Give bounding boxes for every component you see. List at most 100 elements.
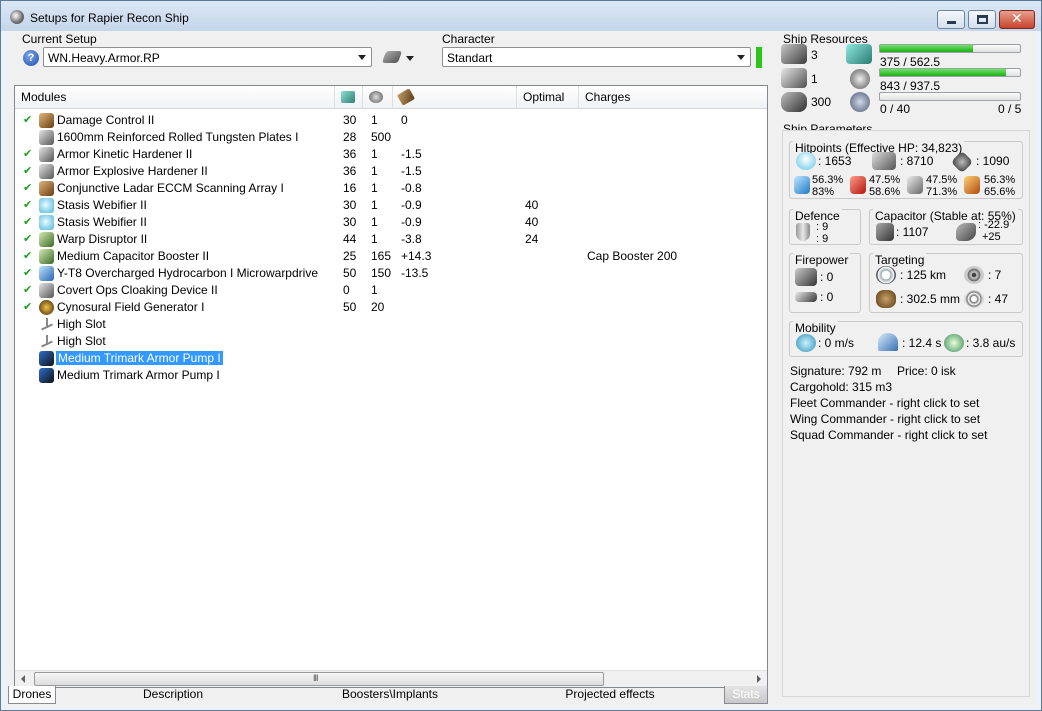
module-active-check-icon[interactable]: ✔ xyxy=(23,164,32,177)
module-optimal: 40 xyxy=(525,198,539,212)
stasis-webifier-icon xyxy=(39,215,54,230)
module-name: Warp Disruptor II xyxy=(57,232,148,246)
ship-parameters-panel: Hitpoints (Effective HP: 34,823) : 1653 … xyxy=(782,130,1030,697)
explosive-armor-resist: 65.6% xyxy=(984,186,1016,198)
module-active-check-icon[interactable]: ✔ xyxy=(23,249,32,262)
module-name: Armor Explosive Hardener II xyxy=(57,164,208,178)
signature-radius: Signature: 792 m xyxy=(790,364,882,378)
module-active-check-icon[interactable]: ✔ xyxy=(23,232,32,245)
module-cpu: 30 xyxy=(343,113,357,127)
module-active-check-icon[interactable]: ✔ xyxy=(23,300,32,313)
armor-hardener-icon xyxy=(39,164,54,179)
firepower-turret: : 0 xyxy=(820,270,834,284)
module-row[interactable]: ✔ Conjunctive Ladar ECCM Scanning Array I… xyxy=(15,180,767,197)
module-active-check-icon[interactable]: ✔ xyxy=(23,266,32,279)
module-cpu: 30 xyxy=(343,215,357,229)
powergrid-bar xyxy=(879,68,1021,77)
ship-menu-button[interactable] xyxy=(381,48,418,68)
title-bar[interactable]: Setups for Rapier Recon Ship ✕ xyxy=(1,1,1041,31)
module-row[interactable]: ✔ Stasis Webifier II 30 1 -0.9 40 xyxy=(15,197,767,214)
align-time: : 12.4 s xyxy=(902,336,942,350)
help-icon[interactable]: ? xyxy=(23,50,39,66)
tab-drones[interactable]: Drones xyxy=(8,686,56,704)
character-select[interactable]: Standart xyxy=(442,47,751,67)
kinetic-armor-resist: 71.3% xyxy=(926,186,958,198)
module-pg: 1 xyxy=(371,181,378,195)
column-modules[interactable]: Modules xyxy=(15,86,335,109)
launcher-hardpoints-value: 1 xyxy=(811,72,818,86)
module-name: 1600mm Reinforced Rolled Tungsten Plates… xyxy=(57,130,299,144)
scan-resolution: : 302.5 mm xyxy=(900,292,961,306)
module-row[interactable]: Medium Trimark Armor Pump I xyxy=(15,367,767,384)
powergrid-icon xyxy=(850,69,870,89)
tab-boosters-implants[interactable]: Boosters\Implants xyxy=(340,686,440,704)
target-range-icon xyxy=(876,266,896,284)
module-optimal: 24 xyxy=(525,232,539,246)
minimize-button[interactable] xyxy=(937,10,965,29)
module-row[interactable]: ✔ Covert Ops Cloaking Device II 0 1 xyxy=(15,282,767,299)
character-status-indicator xyxy=(756,47,762,68)
scroll-left-icon[interactable] xyxy=(21,675,25,683)
cpu-value: 375 / 562.5 xyxy=(880,55,941,69)
character-select-value: Standart xyxy=(447,51,493,65)
capacitor-recharge-icon xyxy=(956,223,976,241)
column-optimal[interactable]: Optimal xyxy=(517,86,579,109)
module-row[interactable]: ✔ Cynosural Field Generator I 50 20 xyxy=(15,299,767,316)
horizontal-scrollbar[interactable]: III xyxy=(15,670,767,687)
module-pg: 150 xyxy=(371,266,392,280)
module-row[interactable]: ✔ Armor Explosive Hardener II 36 1 -1.5 xyxy=(15,163,767,180)
module-cpu: 0 xyxy=(343,283,350,297)
module-active-check-icon[interactable]: ✔ xyxy=(23,181,32,194)
close-button[interactable]: ✕ xyxy=(999,10,1035,29)
maximize-button[interactable] xyxy=(968,10,996,29)
chevron-down-icon xyxy=(406,56,414,61)
module-active-check-icon[interactable]: ✔ xyxy=(23,198,32,211)
scroll-right-icon[interactable] xyxy=(757,675,761,683)
module-row[interactable]: ✔ Stasis Webifier II 30 1 -0.9 40 xyxy=(15,214,767,231)
module-row[interactable]: ✔ Warp Disruptor II 44 1 -3.8 24 xyxy=(15,231,767,248)
module-row[interactable]: ✔ Medium Capacitor Booster II 25 165 +14.3 Ca… xyxy=(15,248,767,265)
tab-projected-effects[interactable]: Projected effects xyxy=(564,686,656,704)
module-pg: 1 xyxy=(371,113,378,127)
module-pg: 1 xyxy=(371,232,378,246)
tab-description[interactable]: Description xyxy=(138,686,208,704)
module-row[interactable]: ✔ Damage Control II 30 1 0 xyxy=(15,112,767,129)
module-row[interactable]: Medium Trimark Armor Pump I xyxy=(15,350,767,367)
column-charges[interactable]: Charges xyxy=(579,86,761,109)
module-row[interactable]: ✔ Y-T8 Overcharged Hydrocarbon I Microwar… xyxy=(15,265,767,282)
cargohold: Cargohold: 315 m3 xyxy=(790,380,893,394)
column-cpu[interactable] xyxy=(335,86,363,109)
bottom-tabs: Drones Description Boosters\Implants Pro… xyxy=(8,686,772,704)
setup-select[interactable]: WN.Heavy.Armor.RP xyxy=(43,47,372,67)
calibration-value: 300 xyxy=(811,95,832,109)
column-capacitor[interactable] xyxy=(393,86,517,109)
wing-commander[interactable]: Wing Commander - right click to set xyxy=(790,412,980,426)
scrollbar-thumb[interactable]: III xyxy=(34,672,604,686)
module-name: Armor Kinetic Hardener II xyxy=(57,147,193,161)
window-title: Setups for Rapier Recon Ship xyxy=(30,11,189,25)
module-cap: -13.5 xyxy=(401,266,429,280)
module-row[interactable]: 1600mm Reinforced Rolled Tungsten Plates… xyxy=(15,129,767,146)
max-targets-icon xyxy=(964,266,984,284)
module-active-check-icon[interactable]: ✔ xyxy=(23,215,32,228)
module-name: Medium Trimark Armor Pump I xyxy=(57,368,220,382)
defence-icon xyxy=(796,223,810,241)
column-powergrid[interactable] xyxy=(363,86,393,109)
module-row[interactable]: ✔ Armor Kinetic Hardener II 36 1 -1.5 xyxy=(15,146,767,163)
module-cpu: 50 xyxy=(343,300,357,314)
launcher-hardpoints-icon xyxy=(781,68,807,88)
fleet-commander[interactable]: Fleet Commander - right click to set xyxy=(790,396,979,410)
module-active-check-icon[interactable]: ✔ xyxy=(23,283,32,296)
module-pg: 1 xyxy=(371,283,378,297)
module-row[interactable]: High Slot xyxy=(15,316,767,333)
thermal-shield-resist: 47.5% xyxy=(869,174,901,186)
modules-list[interactable]: Modules Optimal Charges ✔ Damage Control … xyxy=(14,85,768,688)
tab-stats[interactable]: Stats xyxy=(724,686,768,704)
defence-value-2: : 9 xyxy=(816,233,829,245)
module-active-check-icon[interactable]: ✔ xyxy=(23,147,32,160)
explosive-resist-icon xyxy=(964,176,980,194)
squad-commander[interactable]: Squad Commander - right click to set xyxy=(790,428,987,442)
module-active-check-icon[interactable]: ✔ xyxy=(23,113,32,126)
module-row[interactable]: High Slot xyxy=(15,333,767,350)
module-name: Medium Trimark Armor Pump I xyxy=(56,351,223,365)
